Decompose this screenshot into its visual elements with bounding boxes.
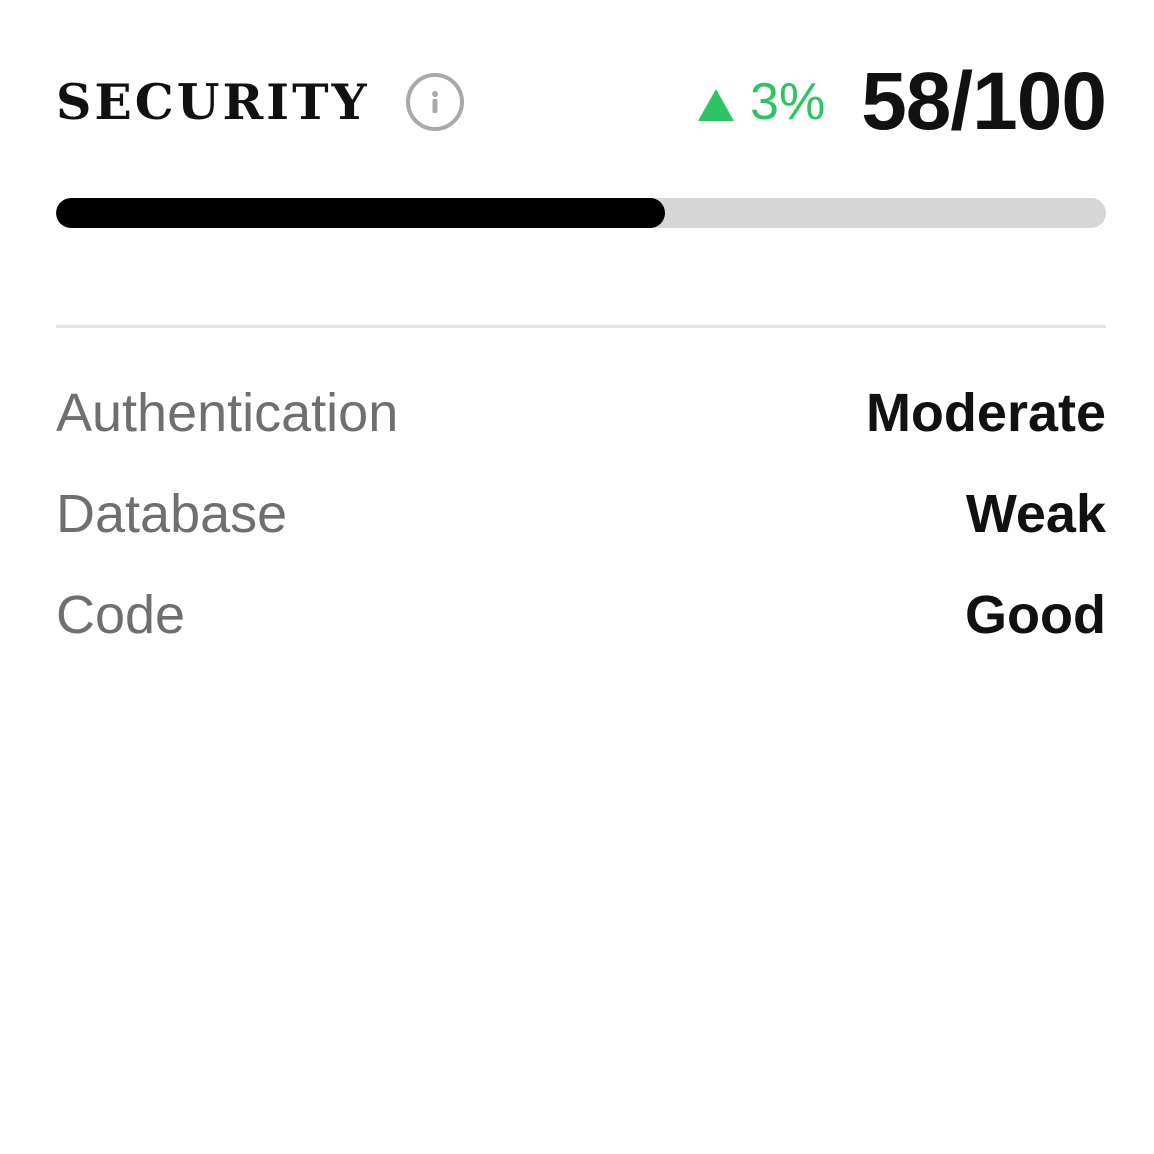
metrics-list: Authentication Moderate Database Weak Co… <box>56 362 1106 665</box>
divider <box>56 325 1106 328</box>
score-change-value: 3% <box>750 73 826 131</box>
score-change: 3% <box>698 76 825 128</box>
metric-row-authentication: Authentication Moderate <box>56 362 1106 463</box>
metric-label: Code <box>56 584 186 645</box>
card-title: SECURITY <box>56 72 370 131</box>
triangle-up-icon <box>698 89 735 121</box>
security-card: SECURITY 3% 58/100 Authentication Modera… <box>0 0 1154 1154</box>
metric-label: Authentication <box>56 382 399 443</box>
metric-row-code: Code Good <box>56 564 1106 665</box>
metric-value: Moderate <box>865 382 1106 443</box>
score-group: 3% 58/100 <box>698 56 1107 147</box>
metric-label: Database <box>56 483 288 544</box>
metric-row-database: Database Weak <box>56 463 1106 564</box>
score-progress-fill <box>56 198 665 228</box>
metric-value: Good <box>965 584 1106 645</box>
title-group: SECURITY <box>56 73 464 131</box>
score-value: 58/100 <box>861 56 1107 147</box>
metric-value: Weak <box>965 483 1106 544</box>
card-header: SECURITY 3% 58/100 <box>56 56 1107 148</box>
info-icon[interactable] <box>405 73 464 131</box>
info-glyph-icon <box>431 91 438 113</box>
score-progress-bar <box>56 198 1106 228</box>
